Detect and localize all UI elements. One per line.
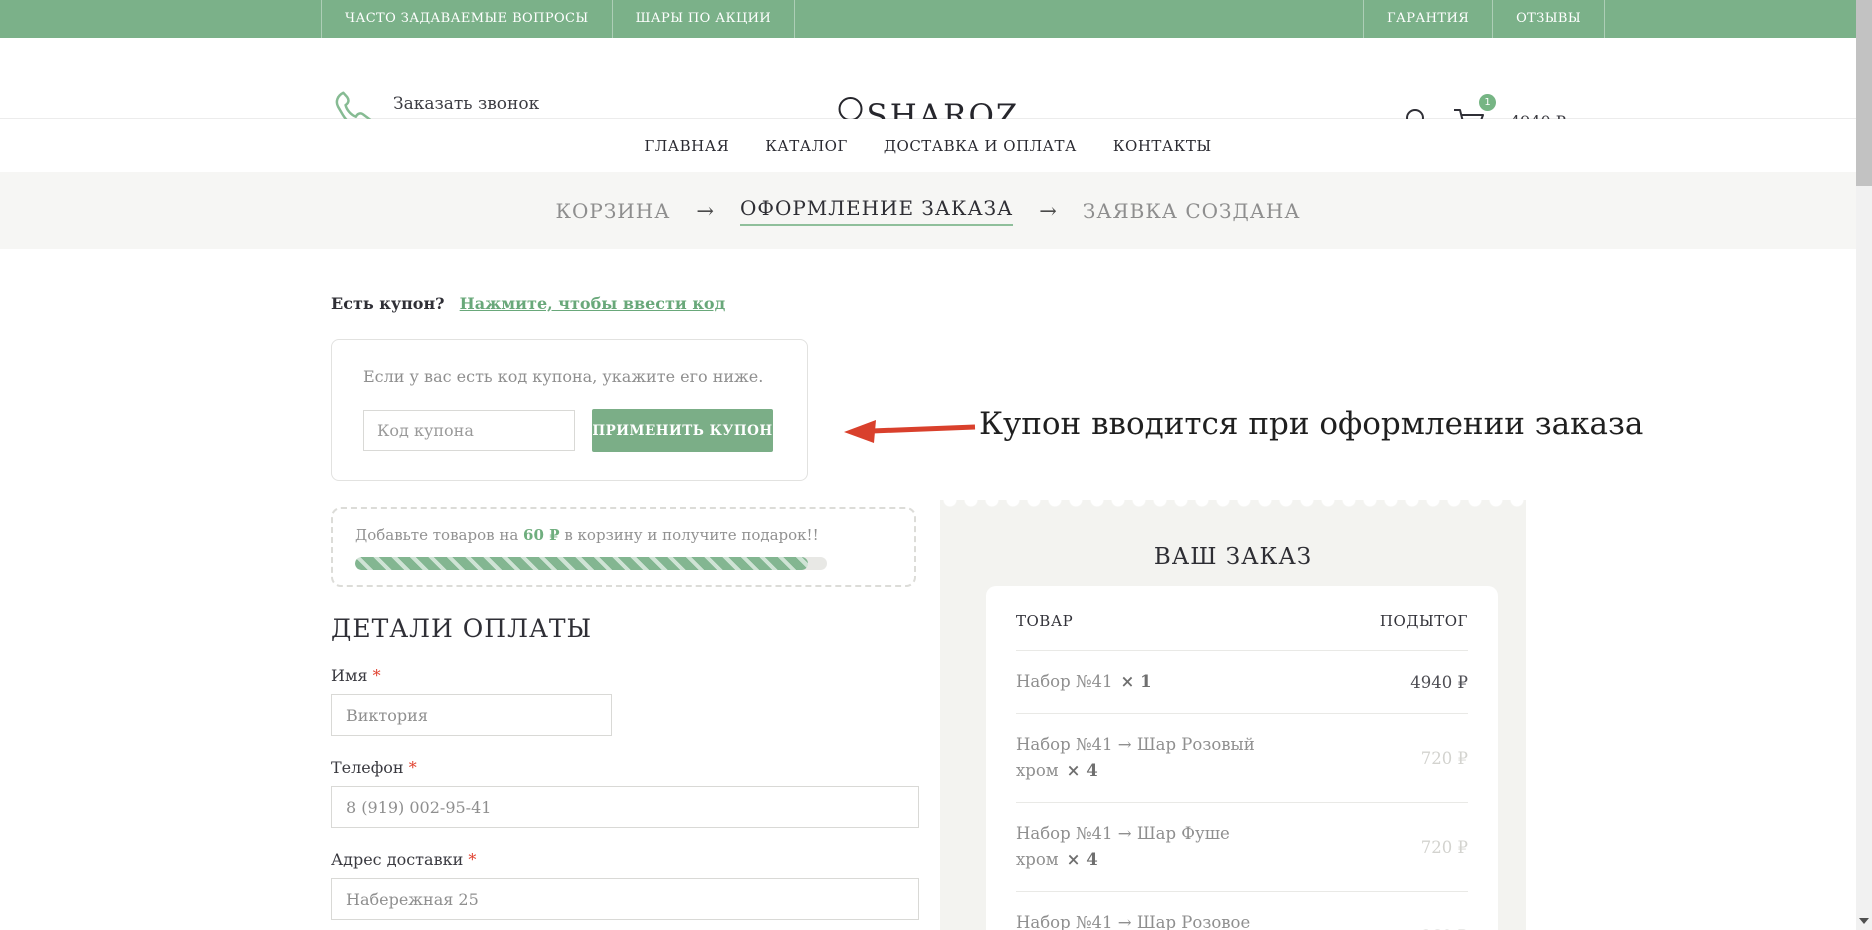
- phone-field-label: Телефон *: [331, 758, 417, 777]
- step-arrow-icon: →: [1039, 199, 1057, 223]
- order-item-name: Набор №41 × 1: [1016, 669, 1346, 695]
- required-mark: *: [468, 850, 476, 869]
- coupon-code-input[interactable]: [363, 410, 575, 451]
- address-field-label: Адрес доставки *: [331, 850, 476, 869]
- gift-text-suffix: в корзину и получите подарок!!: [560, 526, 819, 544]
- address-label-text: Адрес доставки: [331, 850, 463, 869]
- required-mark: *: [373, 666, 381, 685]
- gift-banner: Добавьте товаров на 60 ₽ в корзину и пол…: [331, 507, 916, 587]
- apply-coupon-button[interactable]: ПРИМЕНИТЬ КУПОН: [592, 409, 773, 452]
- phone-field[interactable]: [331, 786, 919, 828]
- coupon-question-label: Есть купон?: [331, 294, 445, 313]
- cart-count-badge: 1: [1479, 94, 1496, 111]
- order-row: Набор №41 → Шар Розовый хром × 4 720 ₽: [1016, 714, 1468, 803]
- gift-progress-fill: [355, 557, 808, 570]
- scrollbar-down-arrow-icon[interactable]: [1859, 918, 1869, 924]
- gift-amount: 60 ₽: [523, 526, 560, 544]
- gift-progress-bar: [355, 557, 827, 570]
- topbar-item-warranty[interactable]: ГАРАНТИЯ: [1363, 0, 1492, 38]
- nav-item-delivery[interactable]: ДОСТАВКА И ОПЛАТА: [884, 137, 1077, 155]
- order-item-line1: Набор №41 → Шар Фуше: [1016, 824, 1230, 843]
- order-item-name: Набор №41 → Шар Фуше хром × 4: [1016, 821, 1346, 873]
- order-row: Набор №41 → Шар Фуше хром × 4 720 ₽: [1016, 803, 1468, 892]
- topbar-item-faq[interactable]: ЧАСТО ЗАДАВАЕМЫЕ ВОПРОСЫ: [321, 0, 612, 38]
- scrollbar-thumb[interactable]: [1856, 0, 1872, 186]
- coupon-toggle-link[interactable]: Нажмите, чтобы ввести код: [460, 294, 726, 313]
- topbar: ЧАСТО ЗАДАВАЕМЫЕ ВОПРОСЫ ШАРЫ ПО АКЦИИ Г…: [0, 0, 1856, 38]
- step-cart[interactable]: КОРЗИНА: [556, 199, 671, 223]
- gift-text-prefix: Добавьте товаров на: [355, 526, 523, 544]
- order-row: Набор №41 × 1 4940 ₽: [1016, 651, 1468, 714]
- order-row: Набор №41 → Шар Розовое Золото хром× 2 3…: [1016, 892, 1468, 930]
- order-item-price: 360 ₽: [1421, 927, 1468, 930]
- address-field[interactable]: [331, 878, 919, 920]
- nav-item-catalog[interactable]: КАТАЛОГ: [765, 137, 848, 155]
- order-title: ВАШ ЗАКАЗ: [940, 544, 1526, 570]
- order-item-name: Набор №41 → Шар Розовое Золото хром× 2: [1016, 910, 1346, 930]
- nav-item-home[interactable]: ГЛАВНАЯ: [644, 137, 729, 155]
- order-summary-panel: ВАШ ЗАКАЗ ТОВАР ПОДЫТОГ Набор №41 × 1 494…: [940, 500, 1526, 930]
- billing-title: ДЕТАЛИ ОПЛАТЫ: [331, 614, 592, 643]
- scrollbar[interactable]: [1856, 0, 1872, 930]
- topbar-item-promo-balloons[interactable]: ШАРЫ ПО АКЦИИ: [612, 0, 796, 38]
- main-nav: ГЛАВНАЯ КАТАЛОГ ДОСТАВКА И ОПЛАТА КОНТАК…: [0, 119, 1856, 172]
- name-field[interactable]: [331, 694, 612, 736]
- gift-banner-text: Добавьте товаров на 60 ₽ в корзину и пол…: [355, 526, 819, 544]
- annotation-arrow-icon: [842, 417, 978, 445]
- step-order-created: ЗАЯВКА СОЗДАНА: [1083, 199, 1301, 223]
- coupon-hint: Если у вас есть код купона, укажите его …: [363, 367, 763, 386]
- order-item-line2: хром: [1016, 761, 1059, 780]
- step-checkout-current[interactable]: ОФОРМЛЕНИЕ ЗАКАЗА: [740, 196, 1013, 226]
- annotation-text: Купон вводится при оформлении заказа: [979, 406, 1643, 442]
- coupon-question-row: Есть купон? Нажмите, чтобы ввести код: [331, 294, 725, 313]
- topbar-right-menu: ГАРАНТИЯ ОТЗЫВЫ: [1363, 0, 1605, 38]
- required-mark: *: [409, 758, 417, 777]
- step-arrow-icon: →: [696, 199, 714, 223]
- name-field-label: Имя *: [331, 666, 381, 685]
- topbar-left-menu: ЧАСТО ЗАДАВАЕМЫЕ ВОПРОСЫ ШАРЫ ПО АКЦИИ: [321, 0, 795, 38]
- order-item-line2: хром: [1016, 850, 1059, 869]
- header: Заказать звонок 8 (919) 002-95-41 SHAROZ: [0, 38, 1856, 119]
- name-label-text: Имя: [331, 666, 368, 685]
- order-item-name: Набор №41 → Шар Розовый хром × 4: [1016, 732, 1346, 784]
- order-item-qty: × 1: [1121, 672, 1152, 691]
- order-col-product: ТОВАР: [1016, 612, 1073, 630]
- order-item-price: 720 ₽: [1421, 838, 1468, 857]
- order-item-price: 720 ₽: [1421, 749, 1468, 768]
- topbar-item-reviews[interactable]: ОТЗЫВЫ: [1492, 0, 1605, 38]
- order-item-price: 4940 ₽: [1410, 673, 1468, 692]
- order-item-qty: × 4: [1067, 850, 1098, 869]
- order-col-subtotal: ПОДЫТОГ: [1380, 612, 1468, 630]
- order-item-line1: Набор №41 → Шар Розовое: [1016, 913, 1250, 930]
- checkout-page: ЧАСТО ЗАДАВАЕМЫЕ ВОПРОСЫ ШАРЫ ПО АКЦИИ Г…: [0, 0, 1872, 930]
- order-item-qty: × 4: [1067, 761, 1098, 780]
- order-item-line1: Набор №41: [1016, 672, 1113, 691]
- coupon-box: Если у вас есть код купона, укажите его …: [331, 339, 808, 481]
- callback-label[interactable]: Заказать звонок: [393, 94, 557, 114]
- nav-item-contacts[interactable]: КОНТАКТЫ: [1113, 137, 1212, 155]
- checkout-steps: КОРЗИНА → ОФОРМЛЕНИЕ ЗАКАЗА → ЗАЯВКА СОЗ…: [0, 172, 1856, 249]
- order-card: ТОВАР ПОДЫТОГ Набор №41 × 1 4940 ₽ Набор …: [986, 586, 1498, 930]
- order-item-line1: Набор №41 → Шар Розовый: [1016, 735, 1255, 754]
- phone-label-text: Телефон: [331, 758, 404, 777]
- order-table-header: ТОВАР ПОДЫТОГ: [1016, 612, 1468, 651]
